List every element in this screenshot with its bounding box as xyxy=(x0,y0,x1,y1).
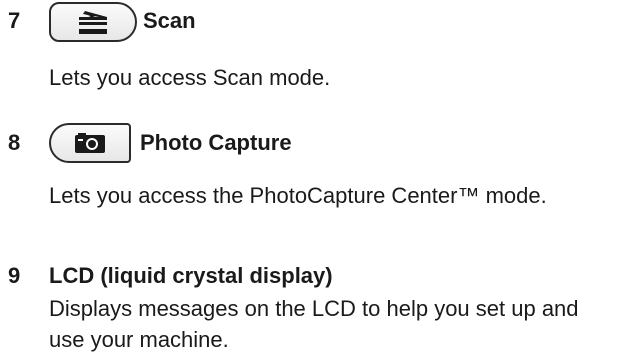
item-description: Lets you access Scan mode. xyxy=(49,65,331,90)
item-number: 8 xyxy=(8,130,21,155)
photo-capture-key xyxy=(49,123,131,163)
scan-key xyxy=(49,2,137,42)
item-description: Displays messages on the LCD to help you… xyxy=(49,296,579,352)
item-number: 7 xyxy=(8,8,21,33)
item-title: LCD (liquid crystal display) xyxy=(49,263,333,288)
item-title: Scan xyxy=(143,8,196,33)
scan-icon xyxy=(79,11,107,34)
camera-icon xyxy=(75,133,105,153)
item-number: 9 xyxy=(8,263,21,288)
item-description: Lets you access the PhotoCapture Center™… xyxy=(49,183,547,208)
item-title: Photo Capture xyxy=(140,130,292,155)
